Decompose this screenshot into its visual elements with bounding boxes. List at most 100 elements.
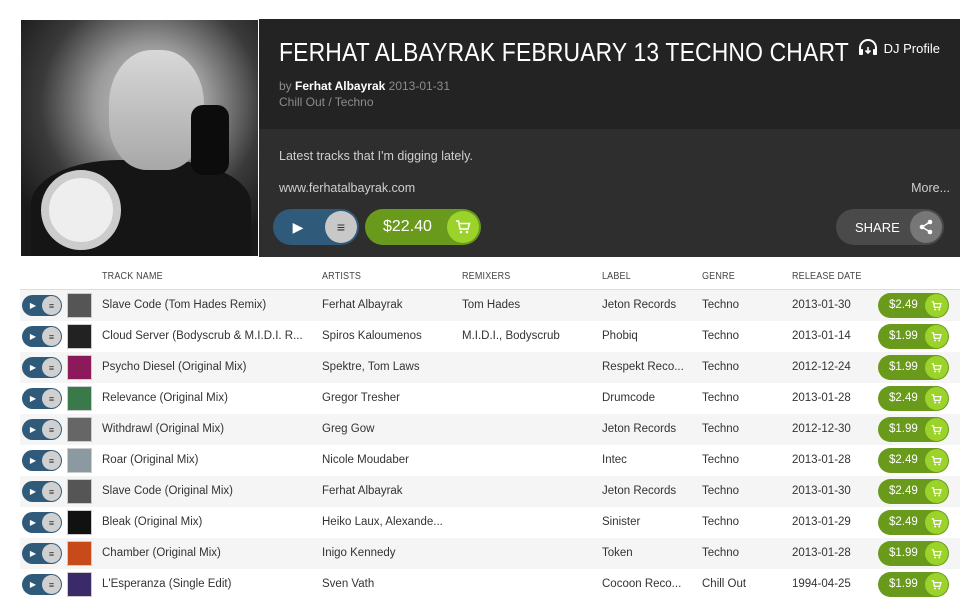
track-menu-button[interactable]: ≡ xyxy=(42,544,61,563)
track-label[interactable]: Jeton Records xyxy=(602,423,694,435)
track-play-button[interactable]: ▶ xyxy=(22,543,44,564)
dj-profile-link[interactable]: DJ Profile xyxy=(858,39,940,57)
track-name[interactable]: Slave Code (Tom Hades Remix) xyxy=(102,299,312,311)
track-menu-button[interactable]: ≡ xyxy=(42,575,61,594)
track-menu-button[interactable]: ≡ xyxy=(42,358,61,377)
track-play-button[interactable]: ▶ xyxy=(22,388,44,409)
track-artwork[interactable] xyxy=(67,293,92,318)
track-buy-button[interactable]: $1.99 xyxy=(878,417,949,442)
track-genre[interactable]: Chill Out xyxy=(702,578,782,590)
track-play-button[interactable]: ▶ xyxy=(22,481,44,502)
track-menu-button[interactable]: ≡ xyxy=(42,389,61,408)
track-menu-button[interactable]: ≡ xyxy=(42,296,61,315)
track-name[interactable]: Relevance (Original Mix) xyxy=(102,392,312,404)
track-artists[interactable]: Ferhat Albayrak xyxy=(322,299,452,311)
track-label[interactable]: Token xyxy=(602,547,694,559)
track-artists[interactable]: Spiros Kaloumenos xyxy=(322,330,452,342)
track-buy-button[interactable]: $1.99 xyxy=(878,324,949,349)
more-link[interactable]: More... xyxy=(911,181,950,195)
track-artists[interactable]: Greg Gow xyxy=(322,423,452,435)
track-buy-button[interactable]: $1.99 xyxy=(878,355,949,380)
track-name[interactable]: Slave Code (Original Mix) xyxy=(102,485,312,497)
track-artists[interactable]: Inigo Kennedy xyxy=(322,547,452,559)
queue-menu-button[interactable]: ≡ xyxy=(325,211,357,243)
track-genre[interactable]: Techno xyxy=(702,485,782,497)
track-name[interactable]: Cloud Server (Bodyscrub & M.I.D.I. R... xyxy=(102,330,312,342)
track-artists[interactable]: Spektre, Tom Laws xyxy=(322,361,452,373)
table-row[interactable]: ▶ ≡ Withdrawl (Original Mix) Greg Gow Jeton … xyxy=(20,414,960,445)
track-buy-button[interactable]: $1.99 xyxy=(878,541,949,566)
table-row[interactable]: ▶ ≡ Relevance (Original Mix) Gregor Tresher… xyxy=(20,383,960,414)
track-name[interactable]: L'Esperanza (Single Edit) xyxy=(102,578,312,590)
track-buy-button[interactable]: $1.99 xyxy=(878,572,949,597)
table-row[interactable]: ▶ ≡ Roar (Original Mix) Nicole Moudaber Inte… xyxy=(20,445,960,476)
table-row[interactable]: ▶ ≡ Slave Code (Original Mix) Ferhat Albayr… xyxy=(20,476,960,507)
track-buy-button[interactable]: $2.49 xyxy=(878,479,949,504)
track-label[interactable]: Jeton Records xyxy=(602,299,694,311)
column-artists[interactable]: ARTISTS xyxy=(322,271,361,282)
track-genre[interactable]: Techno xyxy=(702,299,782,311)
track-label[interactable]: Cocoon Reco... xyxy=(602,578,694,590)
track-label[interactable]: Phobiq xyxy=(602,330,694,342)
column-label[interactable]: LABEL xyxy=(602,271,631,282)
track-artists[interactable]: Sven Vath xyxy=(322,578,452,590)
share-button[interactable]: SHARE xyxy=(836,209,944,245)
chart-genres[interactable]: Chill Out / Techno xyxy=(279,95,374,109)
column-remixers[interactable]: REMIXERS xyxy=(462,271,510,282)
track-genre[interactable]: Techno xyxy=(702,392,782,404)
track-genre[interactable]: Techno xyxy=(702,454,782,466)
track-genre[interactable]: Techno xyxy=(702,330,782,342)
track-play-button[interactable]: ▶ xyxy=(22,295,44,316)
track-artwork[interactable] xyxy=(67,324,92,349)
track-name[interactable]: Chamber (Original Mix) xyxy=(102,547,312,559)
track-name[interactable]: Roar (Original Mix) xyxy=(102,454,312,466)
track-artwork[interactable] xyxy=(67,386,92,411)
track-buy-button[interactable]: $2.49 xyxy=(878,448,949,473)
track-artwork[interactable] xyxy=(67,541,92,566)
column-track-name[interactable]: TRACK NAME xyxy=(102,271,163,282)
track-menu-button[interactable]: ≡ xyxy=(42,420,61,439)
track-name[interactable]: Bleak (Original Mix) xyxy=(102,516,312,528)
track-menu-button[interactable]: ≡ xyxy=(42,327,61,346)
table-row[interactable]: ▶ ≡ Chamber (Original Mix) Inigo Kennedy Tok… xyxy=(20,538,960,569)
track-genre[interactable]: Techno xyxy=(702,423,782,435)
track-artists[interactable]: Heiko Laux, Alexande... xyxy=(322,516,452,528)
track-label[interactable]: Sinister xyxy=(602,516,694,528)
table-row[interactable]: ▶ ≡ Cloud Server (Bodyscrub & M.I.D.I. R..… xyxy=(20,321,960,352)
table-row[interactable]: ▶ ≡ Bleak (Original Mix) Heiko Laux, Alexan… xyxy=(20,507,960,538)
table-row[interactable]: ▶ ≡ Psycho Diesel (Original Mix) Spektre, T… xyxy=(20,352,960,383)
track-remixers[interactable]: M.I.D.I., Bodyscrub xyxy=(462,330,592,342)
buy-all-button[interactable]: $22.40 xyxy=(365,209,481,245)
track-label[interactable]: Jeton Records xyxy=(602,485,694,497)
track-artists[interactable]: Ferhat Albayrak xyxy=(322,485,452,497)
track-name[interactable]: Withdrawl (Original Mix) xyxy=(102,423,312,435)
track-play-button[interactable]: ▶ xyxy=(22,512,44,533)
author-link[interactable]: Ferhat Albayrak xyxy=(295,79,385,93)
column-release-date[interactable]: RELEASE DATE xyxy=(792,271,862,282)
track-genre[interactable]: Techno xyxy=(702,361,782,373)
track-artwork[interactable] xyxy=(67,417,92,442)
track-play-button[interactable]: ▶ xyxy=(22,419,44,440)
track-genre[interactable]: Techno xyxy=(702,547,782,559)
track-artwork[interactable] xyxy=(67,448,92,473)
track-buy-button[interactable]: $2.49 xyxy=(878,293,949,318)
track-play-button[interactable]: ▶ xyxy=(22,450,44,471)
track-label[interactable]: Intec xyxy=(602,454,694,466)
track-buy-button[interactable]: $2.49 xyxy=(878,510,949,535)
track-buy-button[interactable]: $2.49 xyxy=(878,386,949,411)
column-genre[interactable]: GENRE xyxy=(702,271,735,282)
track-artwork[interactable] xyxy=(67,510,92,535)
track-play-button[interactable]: ▶ xyxy=(22,574,44,595)
track-label[interactable]: Respekt Reco... xyxy=(602,361,694,373)
track-remixers[interactable]: Tom Hades xyxy=(462,299,592,311)
track-artists[interactable]: Gregor Tresher xyxy=(322,392,452,404)
track-genre[interactable]: Techno xyxy=(702,516,782,528)
play-all-button[interactable]: ▶ xyxy=(273,209,323,245)
table-row[interactable]: ▶ ≡ Slave Code (Tom Hades Remix) Ferhat Alb… xyxy=(20,290,960,321)
track-menu-button[interactable]: ≡ xyxy=(42,482,61,501)
track-menu-button[interactable]: ≡ xyxy=(42,451,61,470)
track-play-button[interactable]: ▶ xyxy=(22,357,44,378)
track-name[interactable]: Psycho Diesel (Original Mix) xyxy=(102,361,312,373)
track-artwork[interactable] xyxy=(67,572,92,597)
track-artists[interactable]: Nicole Moudaber xyxy=(322,454,452,466)
